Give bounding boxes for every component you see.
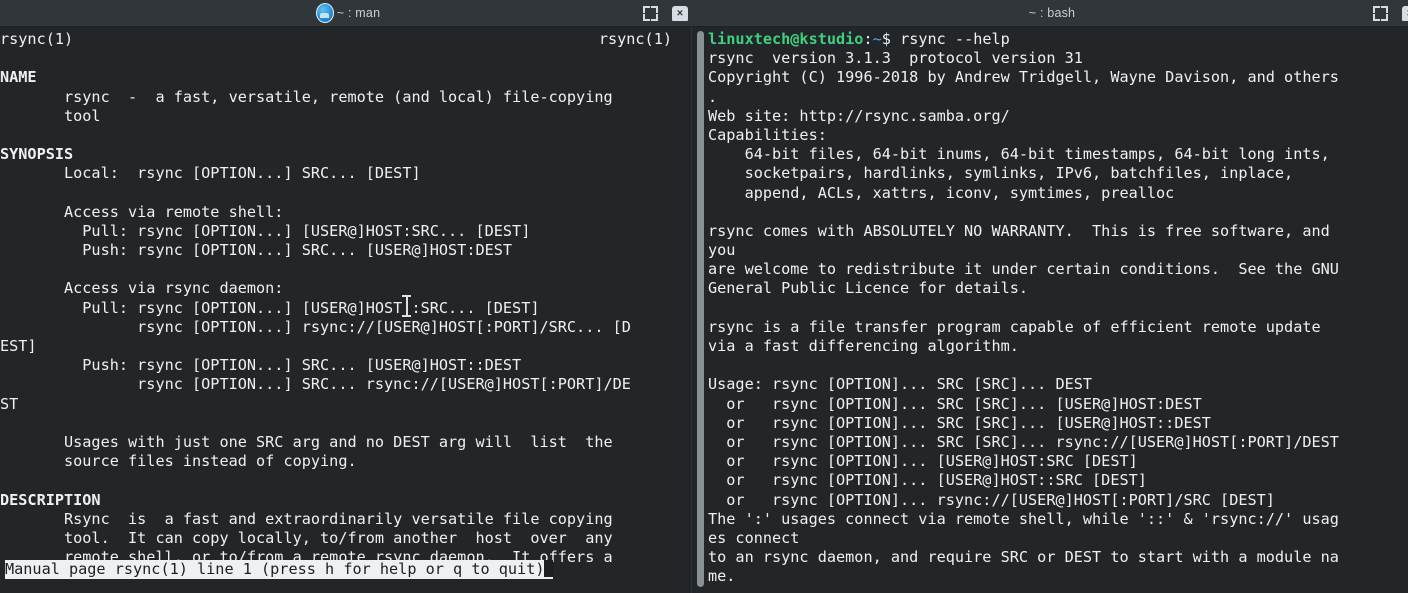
left-tab-label: ~ : man — [336, 6, 381, 20]
prompt-sigil: $ — [881, 30, 901, 48]
man-line: Push: rsync [OPTION...] SRC... [USER@]HO… — [0, 356, 522, 375]
left-terminal-pane[interactable]: rsync(1) rsync(1) NAME rsync - a fast, ve… — [0, 27, 691, 593]
konsole-app-icon — [315, 3, 334, 23]
man-line: tool. It can copy locally, to/from anoth… — [0, 528, 613, 547]
shell-prompt-line: linuxtech@kstudio:~$ rsync --help — [708, 30, 1339, 49]
man-line: EST] — [0, 337, 37, 355]
output-line: or rsync [OPTION]... SRC [SRC]... [USER@… — [708, 394, 1202, 413]
output-line: es connect — [708, 528, 800, 547]
man-line: Pull: rsync [OPTION...] [USER@]HOST:SRC.… — [0, 221, 531, 240]
man-line: Access via rsync daemon: — [0, 279, 284, 298]
man-line — [0, 126, 672, 145]
man-line: rsync - a fast, versatile, remote (and l… — [0, 87, 613, 106]
close-glyph: × — [676, 7, 684, 19]
man-line: DESCRIPTION — [0, 490, 101, 509]
terminal-window: ~ : man × ~ : bash × rsync(1) rsync(1) NA… — [0, 0, 1408, 593]
man-line — [0, 471, 672, 490]
output-line: me. — [708, 567, 736, 586]
prompt-colon: : — [863, 30, 873, 48]
output-line: Usage: rsync [OPTION]... SRC [SRC]... DE… — [708, 375, 1093, 394]
man-line — [0, 184, 672, 203]
left-tab[interactable]: ~ : man — [315, 3, 381, 23]
left-window-buttons: × — [643, 0, 688, 27]
man-line — [0, 414, 672, 433]
output-line: or rsync [OPTION]... SRC [SRC]... [USER@… — [708, 413, 1211, 432]
maximize-icon[interactable] — [1373, 6, 1388, 21]
man-line: SYNOPSIS — [0, 145, 74, 164]
output-line: or rsync [OPTION]... [USER@]HOST:SRC [DE… — [708, 452, 1138, 471]
man-line: NAME — [0, 68, 37, 87]
man-header-right: rsync(1) — [598, 30, 672, 48]
output-line: Web site: http://rsync.samba.org/ — [708, 106, 1010, 125]
man-line: Push: rsync [OPTION...] SRC... [USER@]HO… — [0, 241, 513, 260]
man-status-bar: Manual page rsync(1) line 1 (press h for… — [5, 559, 554, 579]
man-header-left: rsync(1) — [0, 30, 74, 48]
close-icon[interactable]: × — [1402, 6, 1408, 21]
output-line: via a fast differencing algorithm. — [708, 337, 1019, 355]
man-line: rsync [OPTION...] SRC... rsync://[USER@]… — [0, 375, 631, 394]
man-line: Rsync is a fast and extraordinarily vers… — [0, 509, 613, 528]
output-line: Capabilities: — [708, 125, 827, 144]
man-page-text: rsync(1) rsync(1) NAME rsync - a fast, ve… — [0, 27, 672, 567]
man-line: Access via remote shell: — [0, 202, 284, 221]
output-line: 64-bit files, 64-bit inums, 64-bit times… — [708, 145, 1330, 164]
output-line: socketpairs, hardlinks, symlinks, IPv6, … — [708, 164, 1294, 183]
prompt-command: rsync --help — [900, 30, 1010, 48]
bash-output-text: linuxtech@kstudio:~$ rsync --help rsync v… — [708, 27, 1339, 586]
man-line: Usages with just one SRC arg and no DEST… — [0, 432, 613, 451]
man-line — [0, 49, 672, 68]
output-line: rsync is a file transfer program capable… — [708, 317, 1321, 336]
right-tab-label: ~ : bash — [1028, 6, 1076, 20]
output-line: are welcome to redistribute it under cer… — [708, 260, 1339, 279]
output-line: or rsync [OPTION]... SRC [SRC]... rsync:… — [708, 432, 1339, 451]
output-line: . — [708, 87, 718, 106]
prompt-user-host: linuxtech@kstudio — [708, 30, 864, 48]
output-line: or rsync [OPTION]... [USER@]HOST::SRC [D… — [708, 471, 1147, 490]
left-pane-titlebar: ~ : man × — [0, 0, 696, 27]
maximize-icon[interactable] — [643, 6, 658, 21]
right-terminal-pane[interactable]: linuxtech@kstudio:~$ rsync --help rsync v… — [708, 27, 1408, 593]
output-line: The ':' usages connect via remote shell,… — [708, 509, 1339, 528]
man-line: tool — [0, 106, 101, 125]
output-line: you — [708, 241, 736, 260]
output-line: append, ACLs, xattrs, iconv, symtimes, p… — [708, 183, 1175, 202]
scrollbar-thumb[interactable] — [697, 31, 704, 587]
right-pane-titlebar: ~ : bash × — [696, 0, 1408, 27]
text-cursor — [544, 559, 554, 577]
man-line: ST — [0, 394, 19, 413]
output-line: Copyright (C) 1996-2018 by Andrew Tridge… — [708, 68, 1339, 87]
output-line: General Public Licence for details. — [708, 279, 1029, 298]
prompt-path: ~ — [872, 30, 882, 48]
man-line: rsync [OPTION...] rsync://[USER@]HOST[:P… — [0, 317, 631, 336]
man-line: Pull: rsync [OPTION...] [USER@]HOST::SRC… — [0, 298, 540, 317]
right-tab[interactable]: ~ : bash — [1029, 6, 1075, 20]
output-line: rsync version 3.1.3 protocol version 31 — [708, 49, 1083, 68]
man-status-text: Manual page rsync(1) line 1 (press h for… — [5, 559, 545, 578]
scrollbar[interactable] — [694, 27, 706, 593]
output-line: to an rsync daemon, and require SRC or D… — [708, 548, 1339, 567]
man-line: Local: rsync [OPTION...] SRC... [DEST] — [0, 164, 421, 183]
man-line — [0, 260, 672, 279]
output-line: or rsync [OPTION]... rsync://[USER@]HOST… — [708, 490, 1275, 509]
man-header-row: rsync(1) rsync(1) — [0, 30, 672, 49]
close-icon[interactable]: × — [672, 6, 688, 21]
man-line: source files instead of copying. — [0, 452, 357, 471]
right-window-buttons: × — [1373, 0, 1408, 27]
output-line: rsync comes with ABSOLUTELY NO WARRANTY.… — [708, 221, 1330, 240]
